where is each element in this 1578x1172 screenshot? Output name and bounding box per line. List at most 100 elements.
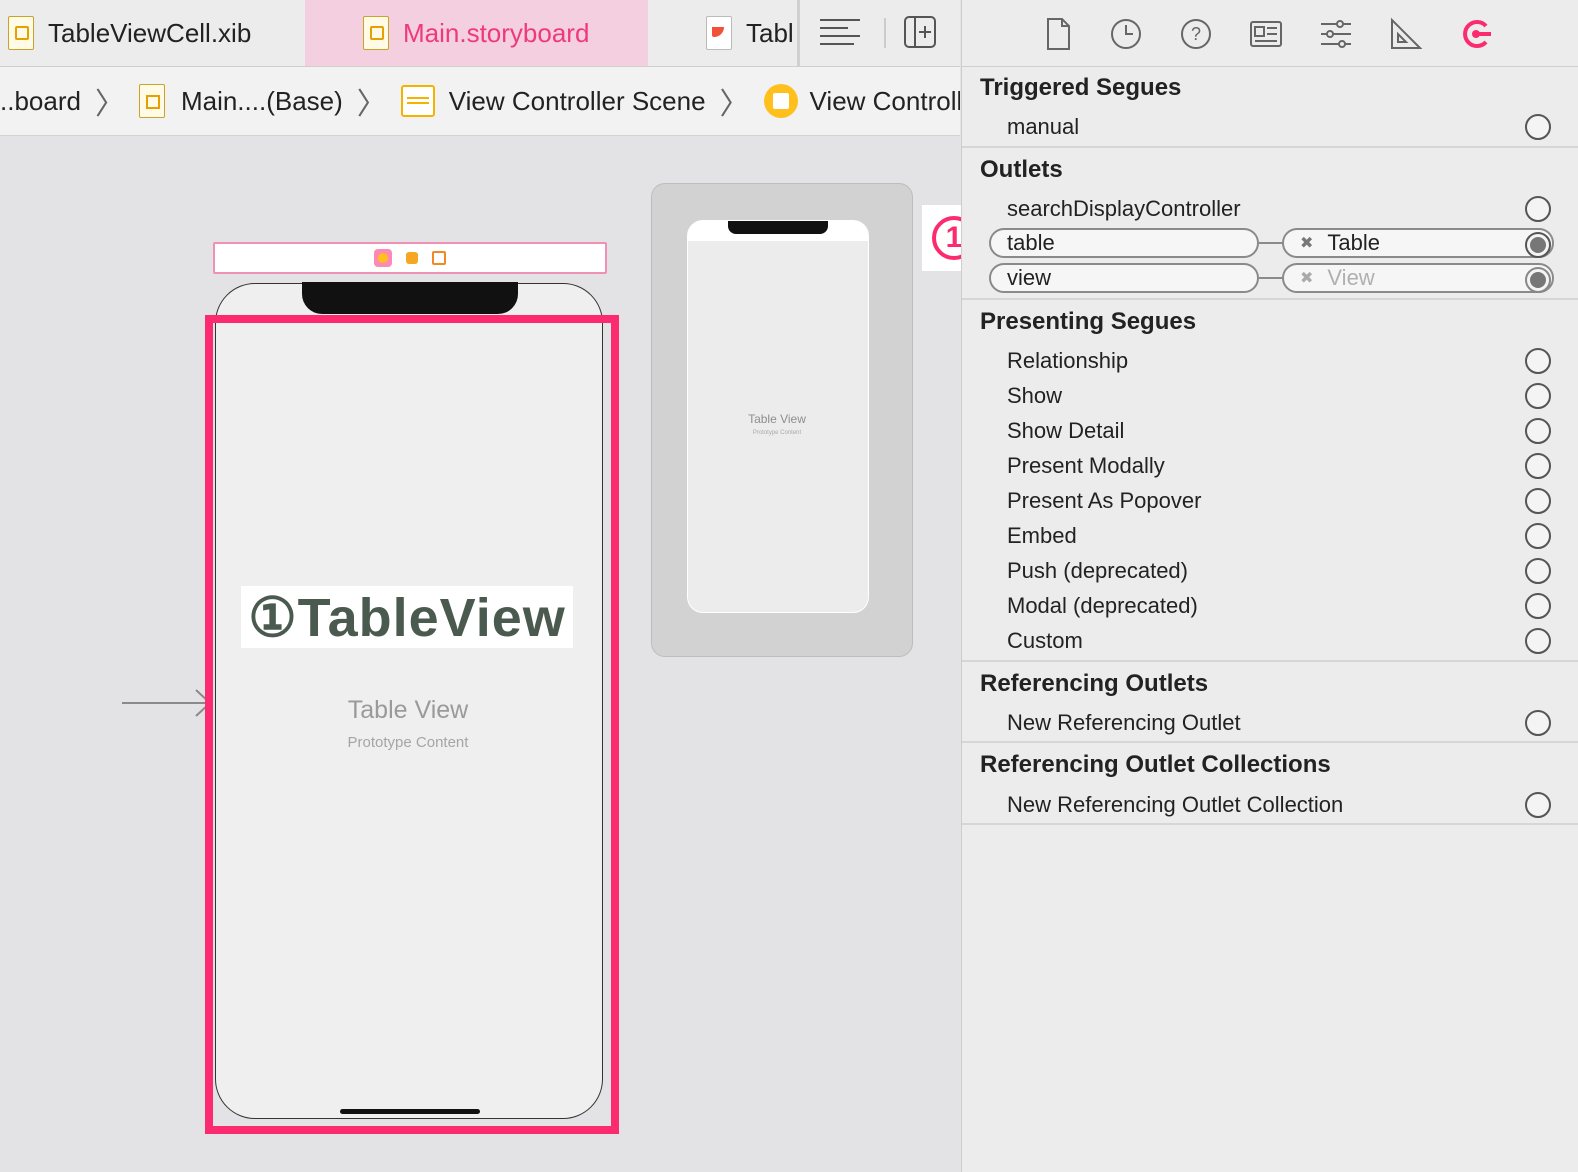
xib-file-icon [8,16,34,50]
outlet-target-label: Table [1327,230,1380,255]
row-label-present-modally: Present Modally [1007,453,1165,478]
section-divider [962,741,1578,743]
connection-circle-modal-deprecated[interactable] [1525,593,1551,619]
remove-connection-icon[interactable]: ✖ [1300,268,1313,288]
connections-inspector: ? Triggered Segues manual Outlets search… [961,0,1578,1172]
connection-circle-view-connected[interactable] [1525,267,1551,293]
toolbar-separator [884,18,886,48]
attributes-inspector-icon[interactable] [1318,16,1354,52]
breadcrumb-item-view-controller[interactable]: View Controller [763,84,960,118]
file-inspector-icon[interactable] [1040,16,1076,52]
preview-notch [728,221,828,234]
row-label-new-referencing-outlet: New Referencing Outlet [1007,710,1241,735]
row-label-embed: Embed [1007,523,1077,548]
chevron-right-icon: 〉 [356,88,387,121]
view-controller-icon [763,84,798,118]
connection-circle-present-as-popover[interactable] [1525,488,1551,514]
section-title-triggered-segues: Triggered Segues [980,74,1182,101]
section-divider [962,146,1578,148]
outlet-target-table[interactable]: ✖ Table [1282,228,1554,258]
tab-label: Tabl [746,17,794,48]
outlet-pill-view[interactable]: view [989,263,1259,293]
connection-circle-new-referencing-outlet[interactable] [1525,710,1551,736]
tab-tableviewcell-xib[interactable]: TableViewCell.xib [0,0,304,66]
outlet-name: table [1007,230,1055,255]
device-notch [302,282,518,314]
section-divider [962,660,1578,662]
row-label-present-as-popover: Present As Popover [1007,488,1202,513]
row-label-search-display-controller: searchDisplayController [1007,196,1241,221]
outlet-target-view[interactable]: ✖ View [1282,263,1554,293]
connection-line [1259,277,1283,279]
breadcrumb-label: ..board [0,85,81,116]
connection-circle-search-display-controller[interactable] [1525,196,1551,222]
section-title-referencing-outlet-collections: Referencing Outlet Collections [980,751,1331,778]
breadcrumb-label: Main....(Base) [180,85,343,116]
first-responder-icon[interactable] [406,252,418,264]
outlet-pill-table[interactable]: table [989,228,1259,258]
connection-circle-embed[interactable] [1525,523,1551,549]
breadcrumb-item-board[interactable]: ..board [0,86,81,117]
tab-table-swift[interactable]: Tabl [700,0,798,66]
size-inspector-icon[interactable] [1388,16,1424,52]
outlet-target-label: View [1327,265,1375,290]
preview-table-view-title: Table View [748,412,806,426]
editor-tab-bar: TableViewCell.xib Main.storyboard Tabl [0,0,960,67]
preview-table-view-subtitle: Prototype Content [752,430,802,436]
quick-help-icon[interactable]: ? [1178,16,1214,52]
inspector-selector-bar: ? [962,0,1578,67]
exit-icon[interactable] [432,251,446,265]
row-label-custom: Custom [1007,628,1083,653]
view-controller-dock-icon[interactable] [374,249,392,267]
connection-circle-push-deprecated[interactable] [1525,558,1551,584]
connection-circle-table-connected[interactable] [1525,232,1551,258]
scene-dock[interactable] [213,242,607,274]
editor-options-icon[interactable] [820,14,860,50]
connection-circle-custom[interactable] [1525,628,1551,654]
breadcrumb-item-scene[interactable]: View Controller Scene [400,85,706,117]
row-label-modal-deprecated: Modal (deprecated) [1007,593,1198,618]
breadcrumb-label: View Controller Scene [448,85,706,116]
breadcrumb-label: View Controller [809,85,960,116]
tab-main-storyboard[interactable]: Main.storyboard [305,0,648,66]
section-divider [962,298,1578,300]
connection-circle-show-detail[interactable] [1525,418,1551,444]
tab-divider [797,0,800,66]
connection-circle-show[interactable] [1525,383,1551,409]
connection-circle-relationship[interactable] [1525,348,1551,374]
jump-bar-breadcrumb: ..board 〉 Main....(Base) 〉 View Controll… [0,67,960,136]
row-label-push-deprecated: Push (deprecated) [1007,558,1188,583]
scene-icon [400,85,435,117]
section-divider [962,823,1578,825]
connection-line [1259,242,1283,244]
storyboard-file-icon [138,84,165,118]
tableview-annotation-label: ①TableView [241,586,573,648]
row-label-show-detail: Show Detail [1007,418,1125,443]
connection-circle-manual[interactable] [1525,114,1551,140]
svg-text:?: ? [1191,24,1201,44]
row-label-new-referencing-outlet-collection: New Referencing Outlet Collection [1007,792,1344,817]
tab-label: TableViewCell.xib [48,17,252,48]
row-label-show: Show [1007,383,1063,408]
connections-inspector-icon[interactable] [1458,16,1494,52]
row-label-relationship: Relationship [1007,348,1129,373]
table-view-highlight-box [205,315,619,1134]
entry-point-arrow[interactable] [122,688,212,718]
tab-label: Main.storyboard [403,17,590,48]
section-title-outlets: Outlets [980,156,1063,183]
row-label-manual: manual [1007,114,1080,139]
connection-circle-present-modally[interactable] [1525,453,1551,479]
history-inspector-icon[interactable] [1108,16,1144,52]
add-editor-icon[interactable] [900,14,940,50]
outlet-name: view [1007,265,1052,290]
section-title-referencing-outlets: Referencing Outlets [980,670,1209,697]
storyboard-file-icon [363,16,389,50]
swift-file-icon [706,16,732,50]
chevron-right-icon: 〉 [94,88,125,121]
breadcrumb-item-main-base[interactable]: Main....(Base) [138,84,343,118]
section-title-presenting-segues: Presenting Segues [980,308,1197,335]
remove-connection-icon[interactable]: ✖ [1300,233,1313,253]
identity-inspector-icon[interactable] [1248,16,1284,52]
chevron-right-icon: 〉 [719,88,750,121]
connection-circle-new-referencing-outlet-collection[interactable] [1525,792,1551,818]
